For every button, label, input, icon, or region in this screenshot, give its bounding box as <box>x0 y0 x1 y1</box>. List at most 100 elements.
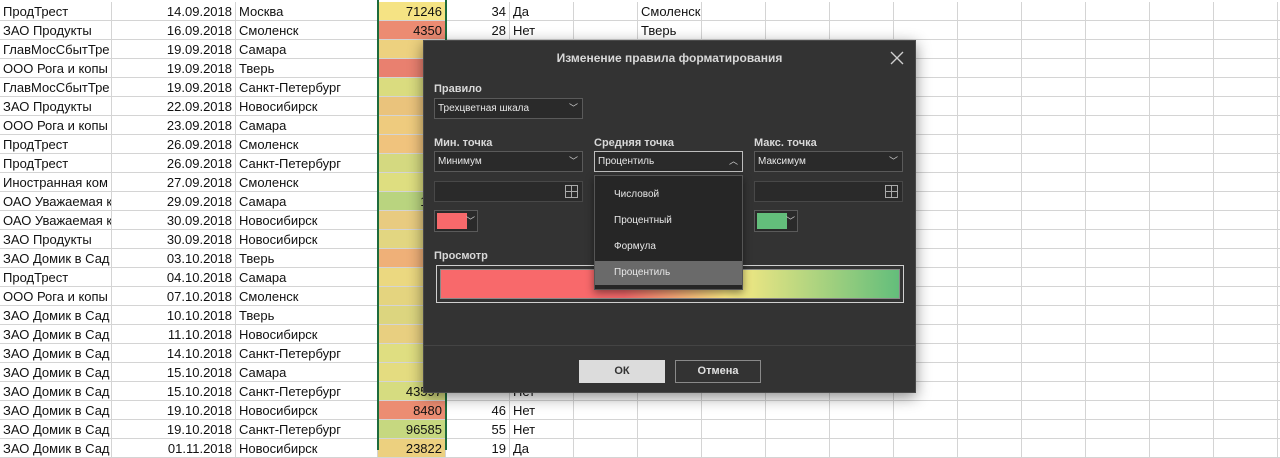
table-cell[interactable] <box>1022 78 1086 96</box>
table-cell[interactable] <box>1086 135 1150 153</box>
table-cell[interactable]: Самара <box>236 40 378 58</box>
table-cell[interactable]: 34 <box>446 2 510 20</box>
table-cell[interactable]: Смоленск <box>236 287 378 305</box>
table-cell[interactable] <box>1086 230 1150 248</box>
table-cell[interactable]: Новосибирск <box>236 211 378 229</box>
table-row[interactable]: ЗАО Домик в Сад 19.10.2018 Новосибирск 8480… <box>0 401 1280 420</box>
table-cell[interactable]: Нет <box>510 21 574 39</box>
table-cell[interactable]: ПродТрест <box>0 2 112 20</box>
table-cell[interactable] <box>1150 116 1214 134</box>
table-cell[interactable]: 4350 <box>378 21 446 39</box>
table-cell[interactable] <box>1086 268 1150 286</box>
table-cell[interactable]: 30.09.2018 <box>112 211 236 229</box>
table-cell[interactable] <box>1022 173 1086 191</box>
table-cell[interactable] <box>702 439 766 457</box>
table-cell[interactable] <box>766 439 830 457</box>
table-cell[interactable] <box>1022 249 1086 267</box>
table-cell[interactable]: 10.10.2018 <box>112 306 236 324</box>
table-cell[interactable]: 29.09.2018 <box>112 192 236 210</box>
table-cell[interactable] <box>1214 363 1278 381</box>
table-cell[interactable]: 96585 <box>378 420 446 438</box>
table-cell[interactable] <box>702 21 766 39</box>
table-cell[interactable] <box>766 21 830 39</box>
table-cell[interactable] <box>830 21 894 39</box>
table-cell[interactable]: 26.09.2018 <box>112 135 236 153</box>
table-cell[interactable] <box>1086 78 1150 96</box>
table-cell[interactable] <box>1022 363 1086 381</box>
table-cell[interactable]: Москва <box>236 2 378 20</box>
table-cell[interactable] <box>1214 287 1278 305</box>
table-cell[interactable] <box>958 154 1022 172</box>
table-cell[interactable] <box>958 439 1022 457</box>
table-cell[interactable]: 19.09.2018 <box>112 59 236 77</box>
table-cell[interactable] <box>1214 401 1278 419</box>
dropdown-item-percent[interactable]: Процентный <box>595 209 742 233</box>
table-cell[interactable]: ЗАО Домик в Сад <box>0 325 112 343</box>
table-cell[interactable]: ЗАО Домик в Сад <box>0 344 112 362</box>
table-cell[interactable] <box>958 401 1022 419</box>
table-cell[interactable] <box>1022 97 1086 115</box>
table-cell[interactable] <box>958 363 1022 381</box>
table-cell[interactable] <box>958 116 1022 134</box>
table-cell[interactable] <box>1214 420 1278 438</box>
table-cell[interactable]: 03.10.2018 <box>112 249 236 267</box>
table-cell[interactable] <box>1214 268 1278 286</box>
table-cell[interactable] <box>1150 59 1214 77</box>
table-cell[interactable]: Самара <box>236 363 378 381</box>
table-cell[interactable] <box>958 173 1022 191</box>
table-cell[interactable] <box>574 401 638 419</box>
table-cell[interactable] <box>1086 40 1150 58</box>
table-cell[interactable] <box>1150 211 1214 229</box>
table-cell[interactable]: Тверь <box>638 21 702 39</box>
table-cell[interactable]: ОАО Уважаемая к <box>0 211 112 229</box>
table-cell[interactable]: ОАО Уважаемая к <box>0 192 112 210</box>
table-cell[interactable]: 19.09.2018 <box>112 78 236 96</box>
table-cell[interactable] <box>1214 40 1278 58</box>
table-cell[interactable]: Самара <box>236 192 378 210</box>
table-cell[interactable] <box>1150 173 1214 191</box>
table-cell[interactable] <box>1150 439 1214 457</box>
max-type-combo[interactable]: Максимум ﹀ <box>754 151 903 172</box>
table-cell[interactable] <box>830 2 894 20</box>
table-cell[interactable] <box>1214 78 1278 96</box>
table-cell[interactable] <box>1214 59 1278 77</box>
table-cell[interactable] <box>1150 154 1214 172</box>
table-cell[interactable] <box>574 420 638 438</box>
table-cell[interactable] <box>1214 439 1278 457</box>
table-cell[interactable]: ЗАО Домик в Сад <box>0 363 112 381</box>
table-cell[interactable]: 14.09.2018 <box>112 2 236 20</box>
table-cell[interactable] <box>1086 154 1150 172</box>
table-cell[interactable]: Тверь <box>236 59 378 77</box>
table-cell[interactable] <box>1022 287 1086 305</box>
table-cell[interactable] <box>1150 78 1214 96</box>
table-cell[interactable] <box>958 2 1022 20</box>
table-cell[interactable]: ЗАО Домик в Сад <box>0 401 112 419</box>
table-cell[interactable]: 46 <box>446 401 510 419</box>
dropdown-item-percentile[interactable]: Процентиль <box>595 261 742 285</box>
table-cell[interactable] <box>638 401 702 419</box>
table-cell[interactable] <box>1022 59 1086 77</box>
table-cell[interactable] <box>958 135 1022 153</box>
table-cell[interactable] <box>958 40 1022 58</box>
table-cell[interactable] <box>1086 420 1150 438</box>
table-cell[interactable]: ЗАО Продукты <box>0 21 112 39</box>
table-row[interactable]: ПродТрест 14.09.2018 Москва 71246 34 Да Смолен… <box>0 2 1280 21</box>
ok-button[interactable]: ОК <box>579 360 665 383</box>
select-range-icon[interactable] <box>885 185 898 198</box>
table-cell[interactable] <box>1022 21 1086 39</box>
table-cell[interactable] <box>958 78 1022 96</box>
table-cell[interactable]: ПродТрест <box>0 268 112 286</box>
table-cell[interactable] <box>958 382 1022 400</box>
table-cell[interactable] <box>1086 344 1150 362</box>
table-cell[interactable] <box>1022 306 1086 324</box>
table-cell[interactable] <box>894 2 958 20</box>
table-cell[interactable] <box>958 344 1022 362</box>
table-cell[interactable] <box>958 211 1022 229</box>
max-color-button[interactable]: ﹀ <box>754 210 798 232</box>
table-cell[interactable]: 28 <box>446 21 510 39</box>
table-cell[interactable] <box>894 420 958 438</box>
table-cell[interactable]: Смоленск <box>236 173 378 191</box>
table-cell[interactable] <box>1086 439 1150 457</box>
table-cell[interactable]: Смоленск <box>236 21 378 39</box>
table-cell[interactable] <box>1086 287 1150 305</box>
